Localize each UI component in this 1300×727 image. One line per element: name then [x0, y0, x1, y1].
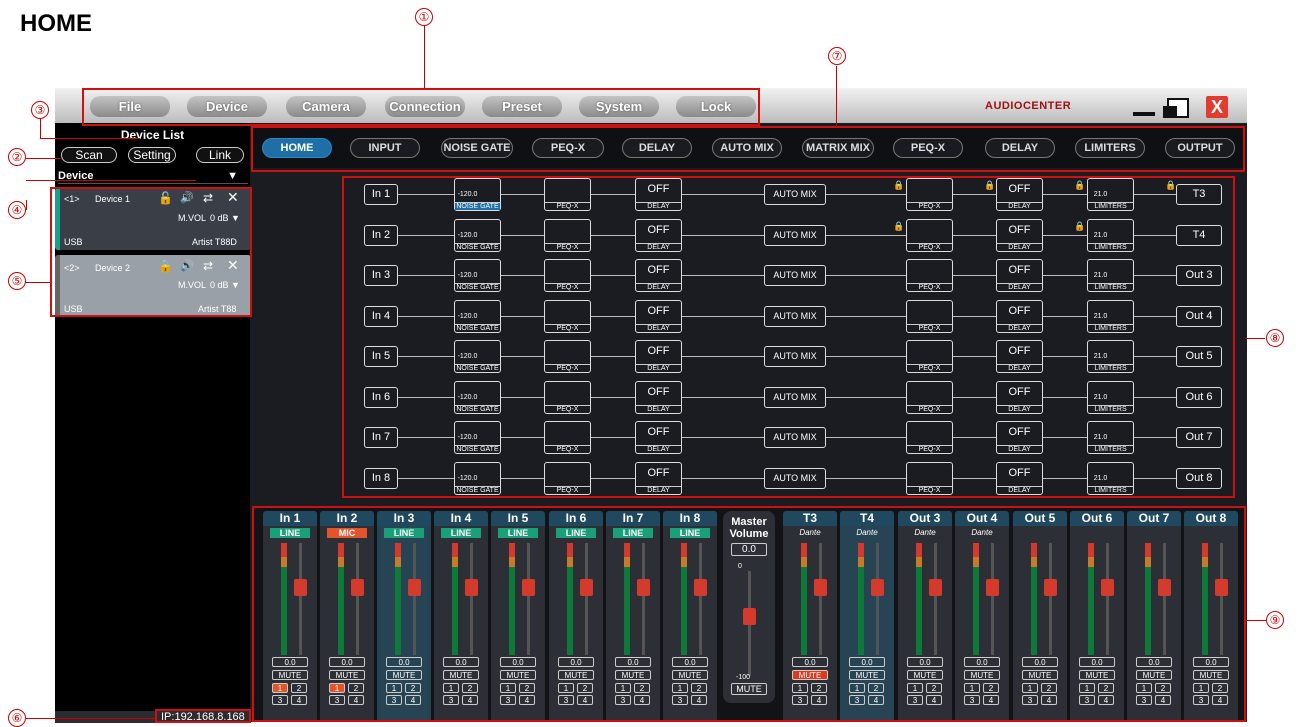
callout-marker: ⑥: [8, 709, 26, 727]
device-list-title: Device List: [120, 128, 185, 142]
scan-button[interactable]: Scan: [61, 147, 117, 163]
callout-box-ip: [155, 709, 251, 723]
callout-line: [26, 180, 196, 181]
callout-marker: ④: [8, 201, 26, 219]
close-icon[interactable]: X: [1206, 96, 1228, 118]
callout-box-routing: [342, 176, 1235, 498]
callout-line: [1245, 338, 1265, 339]
device-header: Device ▼: [58, 170, 248, 184]
callout-line: [424, 26, 425, 88]
callout-box-mixer: [252, 506, 1246, 722]
callout-line: [1246, 620, 1266, 621]
callout-line: [26, 158, 61, 159]
callout-line: [836, 66, 837, 126]
setting-button[interactable]: Setting: [128, 147, 176, 163]
link-button[interactable]: Link: [196, 147, 244, 163]
callout-marker: ⑨: [1266, 611, 1284, 629]
callout-line: [22, 282, 50, 283]
brand-logo: AUDIOCENTER: [985, 100, 1072, 112]
callout-marker: ⑧: [1266, 329, 1284, 347]
callout-marker: ②: [8, 148, 26, 166]
chevron-down-icon[interactable]: ▼: [227, 170, 238, 182]
callout-marker: ③: [31, 101, 49, 119]
callout-line: [40, 138, 140, 139]
callout-marker: ⑦: [828, 47, 846, 65]
callout-line: [26, 718, 156, 719]
page-title: HOME: [20, 10, 92, 37]
callout-box-tabs: [251, 126, 1245, 172]
callout-line: [26, 200, 27, 210]
callout-marker: ⑤: [8, 272, 26, 290]
callout-box-devices: [50, 187, 252, 317]
minimize-icon[interactable]: [1133, 112, 1155, 116]
callout-box-menu: [82, 88, 760, 126]
restore-icon[interactable]: [1163, 98, 1189, 118]
callout-marker: ①: [415, 8, 433, 26]
